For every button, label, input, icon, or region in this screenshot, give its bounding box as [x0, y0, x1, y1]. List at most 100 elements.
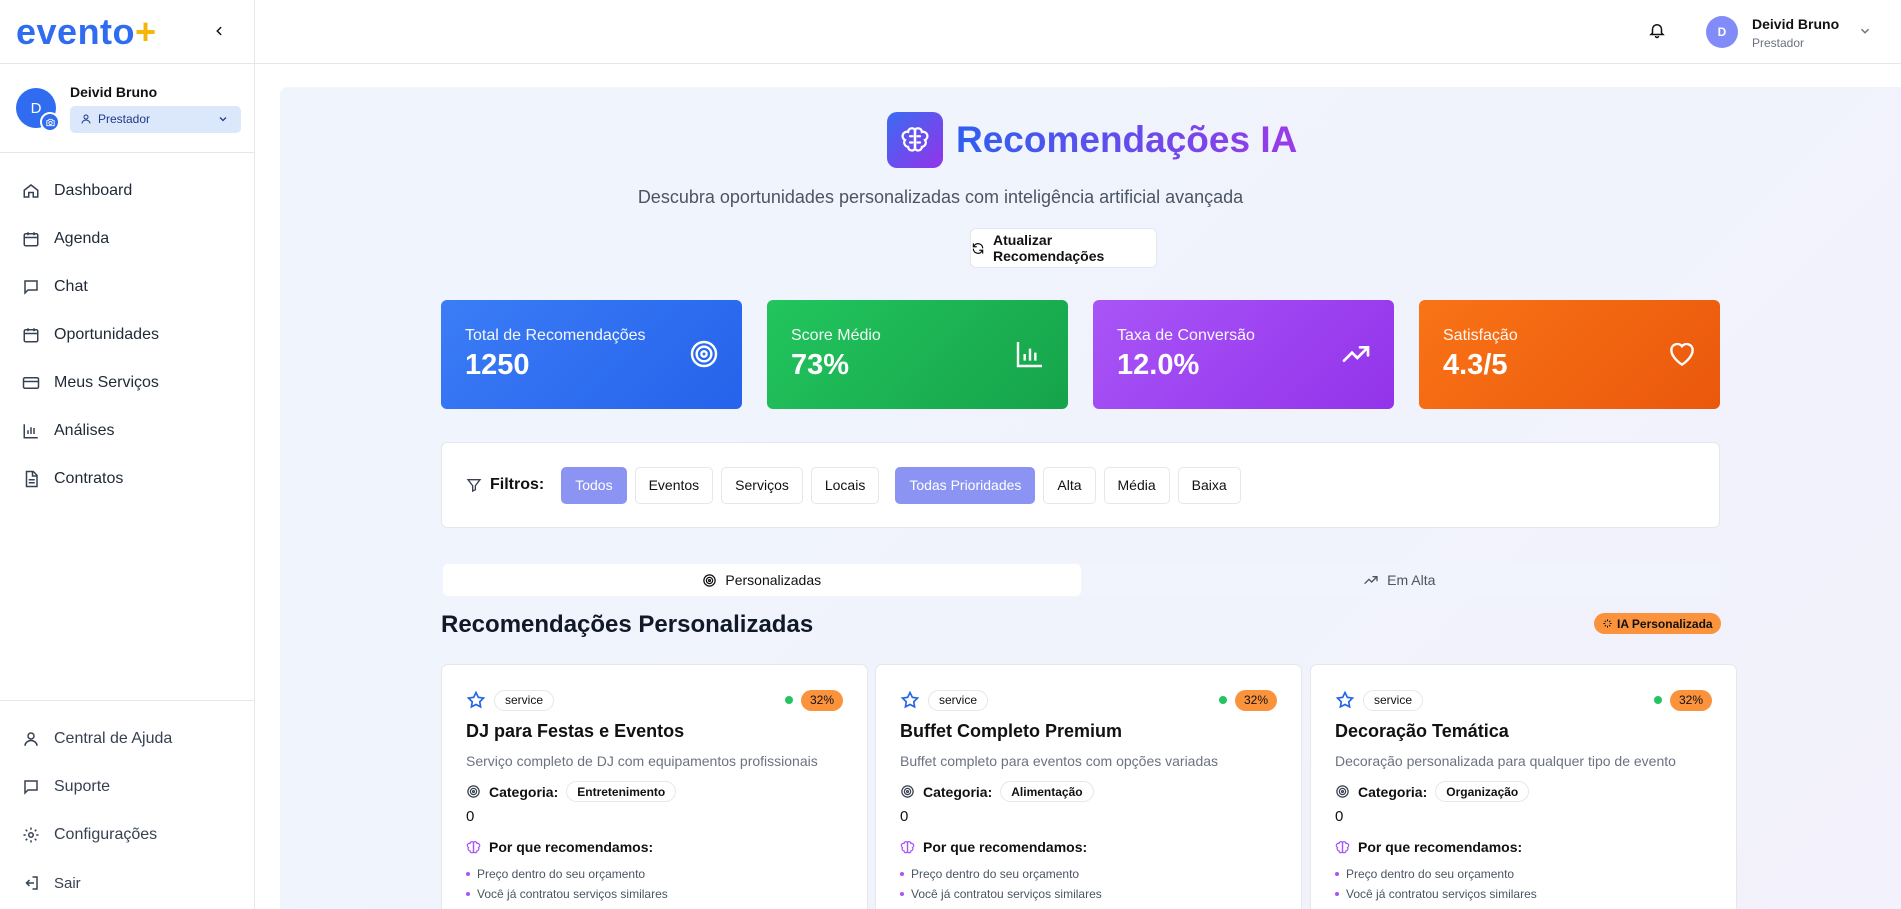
stat-label: Total de Recomendações	[465, 327, 646, 344]
nav-label: Suporte	[54, 778, 111, 795]
bottom-nav: Central de Ajuda Suporte Configurações S…	[0, 700, 254, 909]
recommendation-card[interactable]: service 32% DJ para Festas e Eventos Ser…	[441, 664, 868, 909]
status-dot	[784, 696, 793, 704]
filter-chip-todas-prioridades[interactable]: Todas Prioridades	[895, 466, 1036, 504]
recommendation-card[interactable]: service 32% Buffet Completo Premium Buff…	[875, 664, 1302, 909]
sparkles-icon	[1603, 619, 1612, 628]
filter-chip-locais[interactable]: Locais	[810, 466, 880, 504]
avatar[interactable]: D	[16, 88, 60, 132]
reasons-list: Preço dentro do seu orçamento Você já co…	[466, 864, 843, 904]
page-title: Recomendações IA	[956, 119, 1298, 160]
filters-label-text: Filtros:	[490, 476, 545, 493]
sidebar: evento+ D Deivid Bruno Prestador Dashboa…	[0, 0, 255, 909]
score-badge: 32%	[1234, 689, 1277, 711]
why-label: Por que recomendamos:	[1358, 839, 1523, 855]
nav-label: Meus Serviços	[54, 374, 159, 391]
stat-card-satisfaction: Satisfação 4.3/5	[1419, 300, 1720, 409]
why-label: Por que recomendamos:	[923, 839, 1088, 855]
reason-item: Você já contratou serviços similares	[466, 884, 843, 904]
category-badge: Entretenimento	[566, 781, 677, 802]
chevron-down-icon	[219, 116, 227, 121]
header-user-role: Prestador	[1752, 36, 1805, 50]
trending-up-icon	[1364, 576, 1378, 584]
filter-chip-eventos[interactable]: Eventos	[634, 466, 714, 504]
category-label: Categoria:	[1358, 783, 1428, 800]
refresh-recommendations-button[interactable]: Atualizar Recomendações	[970, 228, 1157, 268]
nav-label: Agenda	[54, 230, 110, 247]
nav-item-sair[interactable]: Sair	[0, 859, 254, 907]
nav-label: Contratos	[54, 470, 124, 487]
stat-value: 4.3/5	[1443, 349, 1508, 381]
chat-icon	[24, 780, 38, 795]
nav-item-central-de-ajuda[interactable]: Central de Ajuda	[0, 715, 254, 763]
filter-chip-todos[interactable]: Todos	[561, 466, 627, 504]
star-icon[interactable]	[466, 690, 486, 710]
user-icon	[81, 114, 91, 124]
notifications-button[interactable]	[1648, 21, 1666, 44]
tab-personalizadas[interactable]: Personalizadas	[443, 564, 1081, 596]
target-icon	[901, 785, 914, 798]
filter-chip-servicos[interactable]: Serviços	[721, 466, 803, 504]
chevron-down-icon	[1860, 28, 1870, 34]
stat-card-total-recommendations: Total de Recomendações 1250	[441, 300, 742, 409]
user-menu-button[interactable]	[1858, 24, 1872, 43]
reason-item: Você já contratou serviços similares	[1335, 884, 1712, 904]
brand-logo[interactable]: evento+	[16, 11, 157, 53]
status-dot	[1218, 696, 1227, 704]
collapse-sidebar-button[interactable]	[208, 20, 230, 42]
reason-item: Preço dentro do seu orçamento	[466, 864, 843, 884]
camera-icon[interactable]	[40, 112, 60, 132]
bar-chart-icon	[23, 424, 38, 439]
card-count: 0	[900, 808, 909, 825]
header-avatar[interactable]: D	[1706, 16, 1738, 48]
filter-chip-alta[interactable]: Alta	[1043, 466, 1096, 504]
trending-up-icon	[1340, 338, 1372, 375]
score-badge: 32%	[1669, 689, 1712, 711]
category-badge: Alimentação	[1000, 781, 1094, 802]
ai-badge: IA Personalizada	[1594, 613, 1721, 634]
brain-icon	[1335, 840, 1350, 853]
reason-item: Você já contratou serviços similares	[900, 884, 1277, 904]
stat-value: 73%	[791, 349, 850, 381]
nav-item-analises[interactable]: Análises	[0, 407, 254, 455]
logout-icon	[25, 876, 38, 890]
tab-em-alta[interactable]: Em Alta	[1081, 564, 1719, 596]
target-icon	[1336, 785, 1349, 798]
nav-item-dashboard[interactable]: Dashboard	[0, 167, 254, 215]
nav-item-oportunidades[interactable]: Oportunidades	[0, 311, 254, 359]
heart-icon	[1666, 338, 1698, 375]
nav-label: Análises	[54, 422, 115, 439]
brain-icon	[466, 840, 481, 853]
header-user-name[interactable]: Deivid Bruno	[1752, 16, 1839, 32]
recommendation-card[interactable]: service 32% Decoração Temática Decoração…	[1310, 664, 1737, 909]
calendar-icon	[23, 328, 39, 343]
sidebar-user: D Deivid Bruno Prestador	[0, 63, 254, 153]
card-description: Buffet completo para eventos com opções …	[900, 753, 1219, 769]
gear-icon	[23, 827, 39, 843]
card-count: 0	[466, 808, 475, 825]
filters-bar: Filtros: Todos Eventos Serviços Locais T…	[441, 442, 1720, 528]
reasons-list: Preço dentro do seu orçamento Você já co…	[900, 864, 1277, 904]
brain-icon	[900, 840, 915, 853]
filter-chip-baixa[interactable]: Baixa	[1177, 466, 1241, 504]
card-title: Decoração Temática	[1335, 721, 1509, 741]
refresh-label: Atualizar Recomendações	[993, 232, 1105, 264]
nav-item-chat[interactable]: Chat	[0, 263, 254, 311]
reasons-list: Preço dentro do seu orçamento Você já co…	[1335, 864, 1712, 904]
nav-item-suporte[interactable]: Suporte	[0, 763, 254, 811]
card-description: Decoração personalizada para qualquer ti…	[1335, 753, 1676, 769]
nav-item-agenda[interactable]: Agenda	[0, 215, 254, 263]
status-dot	[1653, 696, 1662, 704]
filter-chip-media[interactable]: Média	[1103, 466, 1170, 504]
nav-item-meus-servicos[interactable]: Meus Serviços	[0, 359, 254, 407]
card-title: DJ para Festas e Eventos	[466, 721, 685, 741]
star-icon[interactable]	[900, 690, 920, 710]
recommendation-tabs: Personalizadas Em Alta	[441, 562, 1720, 598]
nav-item-contratos[interactable]: Contratos	[0, 455, 254, 503]
role-select[interactable]: Prestador	[70, 105, 241, 133]
star-icon[interactable]	[1335, 690, 1355, 710]
nav-item-configuracoes[interactable]: Configurações	[0, 811, 254, 859]
nav-label: Central de Ajuda	[54, 730, 173, 747]
stat-label: Satisfação	[1443, 327, 1518, 344]
score-badge: 32%	[800, 689, 843, 711]
